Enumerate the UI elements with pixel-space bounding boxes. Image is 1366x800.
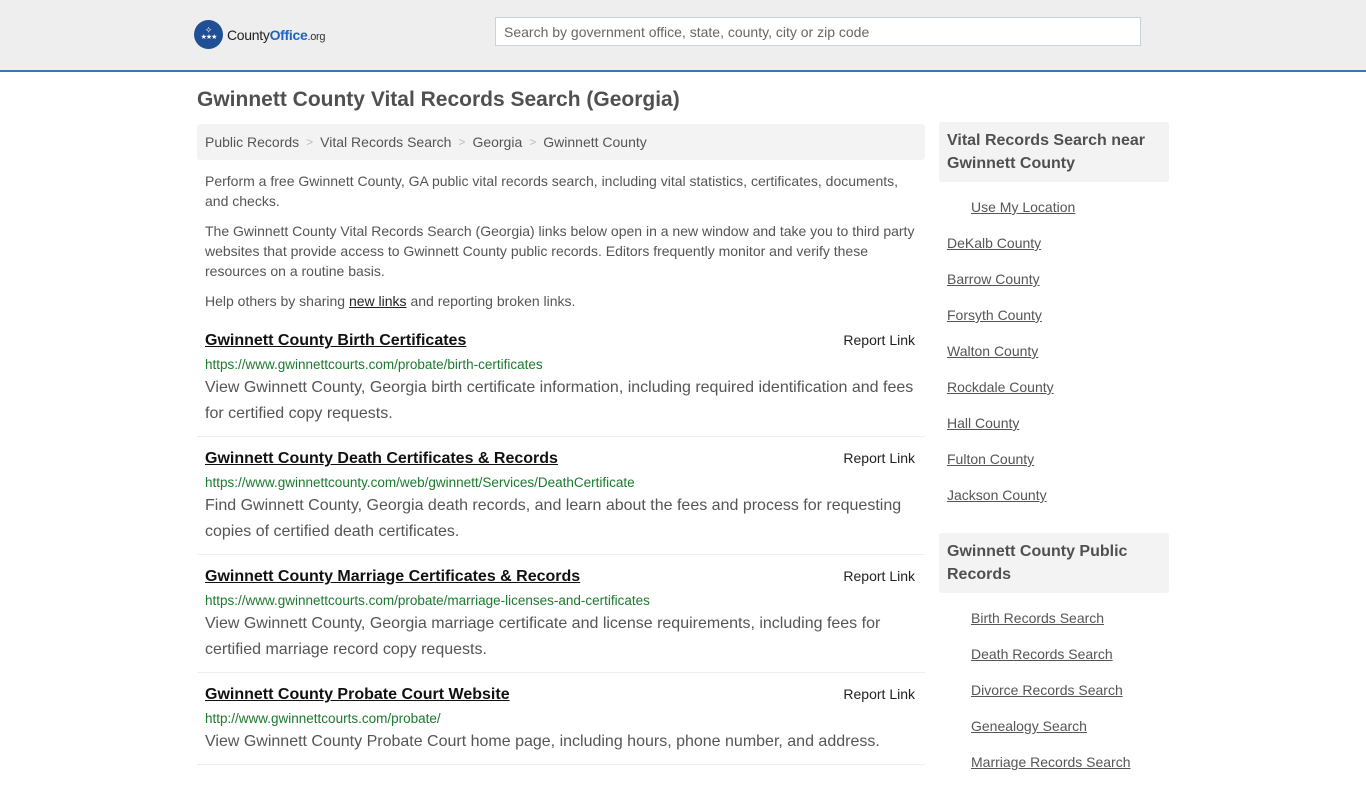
list-item: Forsyth County [939, 305, 1169, 325]
list-item: Barrow County [939, 269, 1169, 289]
breadcrumb-separator: > [306, 135, 314, 149]
list-item: Walton County [939, 341, 1169, 361]
public-records-link[interactable]: Death Records Search [971, 646, 1113, 662]
result-title-link[interactable]: Gwinnett County Probate Court Website [205, 684, 510, 706]
list-item: DeKalb County [939, 233, 1169, 253]
breadcrumb-separator: > [458, 135, 466, 149]
result-title-link[interactable]: Gwinnett County Birth Certificates [205, 330, 466, 352]
breadcrumb-georgia[interactable]: Georgia [472, 134, 522, 150]
search-input[interactable] [495, 17, 1141, 46]
page-title: Gwinnett County Vital Records Search (Ge… [197, 88, 680, 111]
public-records-link[interactable]: Birth Records Search [971, 610, 1104, 626]
main-content: Public Records > Vital Records Search > … [197, 124, 925, 776]
nearby-county-link[interactable]: Jackson County [947, 487, 1047, 503]
nearby-county-link[interactable]: Forsyth County [947, 307, 1042, 323]
use-my-location-link[interactable]: Use My Location [971, 199, 1075, 215]
breadcrumb-public-records[interactable]: Public Records [205, 134, 299, 150]
eagle-stars-icon: ✧ ★★★ [194, 20, 223, 49]
result-url: https://www.gwinnettcounty.com/web/gwinn… [205, 475, 635, 490]
site-logo[interactable]: ✧ ★★★ CountyOffice.org [194, 20, 326, 49]
list-item: Death Records Search [939, 644, 1169, 664]
new-links-link[interactable]: new links [349, 293, 407, 309]
result-url: http://www.gwinnettcourts.com/probate/ [205, 711, 441, 726]
list-item: Use My Location [939, 197, 1169, 217]
report-link-button[interactable]: Report Link [843, 332, 915, 348]
logo-text: CountyOffice.org [227, 26, 326, 43]
breadcrumb-separator: > [529, 135, 537, 149]
list-item: Birth Records Search [939, 608, 1169, 628]
list-item: Jackson County [939, 485, 1169, 505]
nearby-county-link[interactable]: Fulton County [947, 451, 1034, 467]
result-description: Find Gwinnett County, Georgia death reco… [205, 497, 902, 540]
report-link-button[interactable]: Report Link [843, 686, 915, 702]
result-item: Gwinnett County Probate Court Website Re… [197, 684, 925, 765]
result-item: Gwinnett County Death Certificates & Rec… [197, 448, 925, 555]
breadcrumb-vital-records-search[interactable]: Vital Records Search [320, 134, 451, 150]
site-header: ✧ ★★★ CountyOffice.org [0, 0, 1366, 72]
nearby-county-link[interactable]: Hall County [947, 415, 1019, 431]
nearby-list: Use My Location DeKalb County Barrow Cou… [939, 182, 1169, 533]
result-url: https://www.gwinnettcourts.com/probate/m… [205, 593, 650, 608]
public-records-heading: Gwinnett County Public Records [939, 533, 1169, 593]
intro-text: Perform a free Gwinnett County, GA publi… [197, 171, 925, 311]
list-item: Genealogy Search [939, 716, 1169, 736]
result-description: View Gwinnett County, Georgia marriage c… [205, 615, 881, 658]
list-item: Hall County [939, 413, 1169, 433]
public-records-list: Birth Records Search Death Records Searc… [939, 593, 1169, 800]
list-item: Fulton County [939, 449, 1169, 469]
nearby-county-link[interactable]: Walton County [947, 343, 1038, 359]
sidebar: Vital Records Search near Gwinnett Count… [939, 122, 1169, 800]
result-description: View Gwinnett County Probate Court home … [205, 733, 880, 750]
nearby-county-link[interactable]: Rockdale County [947, 379, 1054, 395]
list-item: Marriage Records Search [939, 752, 1169, 772]
public-records-link[interactable]: Genealogy Search [971, 718, 1087, 734]
result-title-link[interactable]: Gwinnett County Death Certificates & Rec… [205, 448, 558, 470]
intro-paragraph: The Gwinnett County Vital Records Search… [205, 223, 915, 279]
nearby-heading: Vital Records Search near Gwinnett Count… [939, 122, 1169, 182]
public-records-link[interactable]: Divorce Records Search [971, 682, 1123, 698]
list-item: Rockdale County [939, 377, 1169, 397]
breadcrumb: Public Records > Vital Records Search > … [197, 124, 925, 160]
nearby-county-link[interactable]: Barrow County [947, 271, 1040, 287]
result-description: View Gwinnett County, Georgia birth cert… [205, 379, 914, 422]
report-link-button[interactable]: Report Link [843, 450, 915, 466]
report-link-button[interactable]: Report Link [843, 568, 915, 584]
intro-share-paragraph: Help others by sharing new links and rep… [205, 293, 576, 309]
list-item: Divorce Records Search [939, 680, 1169, 700]
result-item: Gwinnett County Marriage Certificates & … [197, 566, 925, 673]
result-item: Gwinnett County Birth Certificates Repor… [197, 330, 925, 437]
nearby-county-link[interactable]: DeKalb County [947, 235, 1041, 251]
intro-paragraph: Perform a free Gwinnett County, GA publi… [205, 173, 899, 209]
results-list: Gwinnett County Birth Certificates Repor… [197, 330, 925, 765]
result-title-link[interactable]: Gwinnett County Marriage Certificates & … [205, 566, 580, 588]
breadcrumb-gwinnett-county[interactable]: Gwinnett County [543, 134, 647, 150]
result-url: https://www.gwinnettcourts.com/probate/b… [205, 357, 543, 372]
